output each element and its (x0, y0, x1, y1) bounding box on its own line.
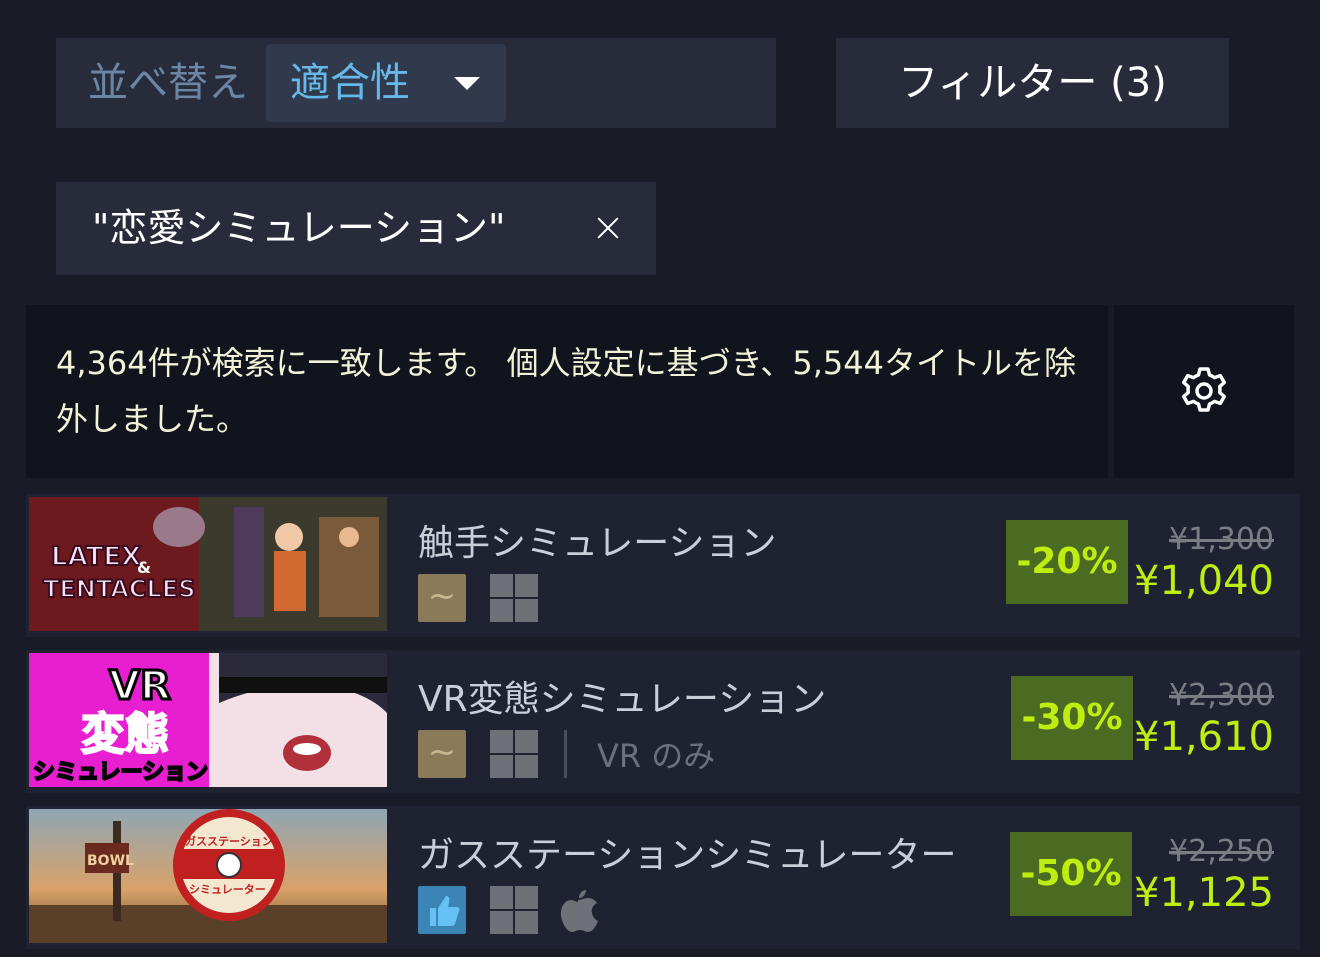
discount-badge: -20% (1006, 520, 1128, 604)
game-title: ガスステーションシミュレーター (418, 835, 957, 876)
results-info-panel: 4,364件が検索に一致します。 個人設定に基づき、5,544タイトルを除外しま… (26, 305, 1108, 478)
thumbs-up-icon (418, 886, 466, 934)
divider (564, 730, 567, 778)
svg-text:LATEX: LATEX (51, 542, 141, 572)
game-title: VR変態シミュレーション (418, 679, 827, 720)
game-title: 触手シミュレーション (418, 523, 777, 564)
original-price: ¥1,300 (1169, 522, 1274, 557)
vr-only-label: VR のみ (597, 737, 716, 775)
mixed-review-icon (418, 730, 466, 778)
discount-badge: -30% (1011, 676, 1133, 760)
filter-button[interactable]: フィルター (3) (836, 38, 1229, 128)
search-result-row[interactable]: BOWL ガスステーション シミュレーター ガスステーションシミュレーター -5… (26, 806, 1300, 949)
final-price: ¥1,040 (1134, 558, 1274, 604)
final-price: ¥1,610 (1134, 714, 1274, 760)
platform-icons: VR のみ (418, 730, 715, 778)
sort-dropdown[interactable]: 適合性 (266, 44, 506, 122)
svg-text:TENTACLES: TENTACLES (43, 575, 196, 603)
apple-icon (556, 886, 600, 934)
platform-icons (418, 886, 600, 934)
sort-bar: 並べ替え 適合性 (56, 38, 776, 128)
svg-text:BOWL: BOWL (87, 853, 134, 869)
discount-badge: -50% (1010, 832, 1132, 916)
game-thumbnail: VR 変態 シミュレーション (29, 653, 387, 787)
results-count-text: 4,364件が検索に一致します。 個人設定に基づき、5,544タイトルを除外しま… (56, 344, 1076, 438)
platform-icons (418, 574, 538, 622)
original-price: ¥2,250 (1169, 834, 1274, 869)
original-price: ¥2,300 (1169, 678, 1274, 713)
mixed-review-icon (418, 574, 466, 622)
tag-chip: "恋愛シミュレーション" (56, 182, 656, 275)
settings-button[interactable] (1114, 305, 1294, 478)
windows-icon (490, 886, 538, 934)
gear-icon (1181, 367, 1227, 412)
price-block: ¥1,300 ¥1,040 (1134, 522, 1274, 604)
price-block: ¥2,300 ¥1,610 (1134, 678, 1274, 760)
svg-text:変態: 変態 (81, 709, 169, 760)
game-thumbnail: LATEX & TENTACLES (29, 497, 387, 631)
svg-text:ガスステーション: ガスステーション (185, 834, 273, 848)
tag-chip-label: "恋愛シミュレーション" (92, 206, 506, 250)
price-block: ¥2,250 ¥1,125 (1134, 834, 1274, 916)
final-price: ¥1,125 (1134, 870, 1274, 916)
caret-down-icon (454, 77, 480, 90)
windows-icon (490, 574, 538, 622)
search-result-row[interactable]: VR 変態 シミュレーション VR変態シミュレーション VR のみ -30% ¥… (26, 650, 1300, 793)
windows-icon (490, 730, 538, 778)
close-icon[interactable] (584, 204, 632, 252)
search-result-row[interactable]: LATEX & TENTACLES 触手シミュレーション -20% ¥1,300… (26, 494, 1300, 637)
svg-text:シミュレーター: シミュレーター (189, 883, 266, 896)
sort-value: 適合性 (290, 60, 410, 106)
svg-text:シミュレーション: シミュレーション (33, 760, 208, 785)
svg-text:VR: VR (109, 663, 171, 709)
game-thumbnail: BOWL ガスステーション シミュレーター (29, 809, 387, 943)
sort-label: 並べ替え (88, 60, 248, 106)
